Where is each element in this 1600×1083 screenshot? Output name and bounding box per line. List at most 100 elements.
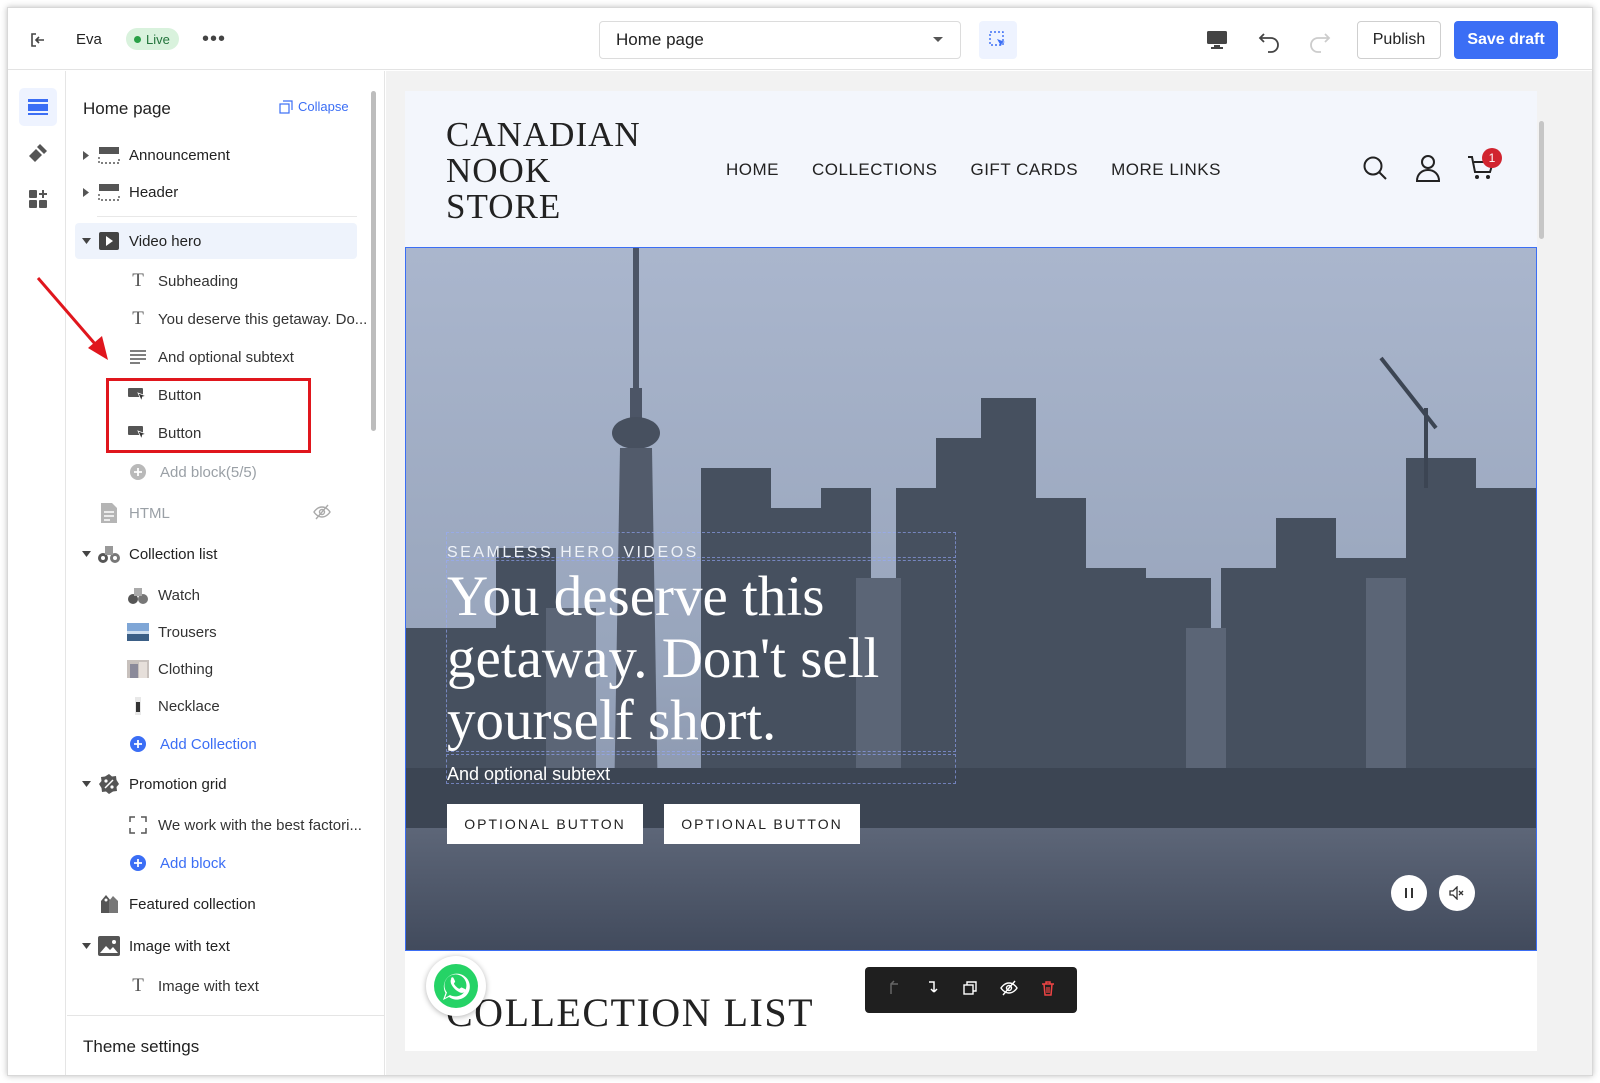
sidebar-scrollbar[interactable] bbox=[371, 91, 376, 431]
caret-down-icon[interactable] bbox=[81, 779, 91, 789]
page-selector-value: Home page bbox=[616, 30, 704, 49]
caret-right-icon[interactable] bbox=[81, 187, 91, 197]
move-down-icon[interactable] bbox=[924, 980, 940, 1001]
nav-collections[interactable]: COLLECTIONS bbox=[812, 160, 937, 180]
section-label: Announcement bbox=[129, 146, 230, 164]
collection-thumb-watch bbox=[127, 584, 149, 606]
collapse-button[interactable]: Collapse bbox=[279, 99, 349, 114]
cart-count-badge: 1 bbox=[1482, 148, 1502, 168]
desktop-preview-icon[interactable] bbox=[1204, 28, 1230, 52]
sections-icon[interactable] bbox=[19, 88, 57, 126]
nav-more-links[interactable]: MORE LINKS bbox=[1111, 160, 1221, 180]
hidden-eye-icon[interactable] bbox=[313, 504, 331, 524]
caret-down-icon[interactable] bbox=[81, 236, 91, 246]
block-heading[interactable]: T You deserve this getaway. Do... bbox=[75, 301, 367, 337]
pause-icon[interactable] bbox=[1391, 875, 1427, 911]
redo-icon[interactable] bbox=[1307, 28, 1333, 54]
search-icon[interactable] bbox=[1360, 153, 1390, 183]
collection-clothing[interactable]: Clothing bbox=[75, 651, 357, 687]
storefront-preview: CANADIAN NOOK STORE HOME COLLECTIONS GIF… bbox=[405, 91, 1537, 1051]
block-label: We work with the best factori... bbox=[158, 816, 362, 834]
collection-label: Trousers bbox=[158, 623, 217, 641]
section-featured-collection[interactable]: Featured collection bbox=[75, 886, 357, 922]
exit-icon[interactable] bbox=[26, 28, 50, 52]
collection-list-icon bbox=[97, 542, 121, 566]
status-badge-label: Live bbox=[146, 31, 170, 47]
text-icon: T bbox=[132, 975, 144, 996]
collection-thumb-necklace bbox=[127, 695, 149, 717]
section-label: Promotion grid bbox=[129, 775, 227, 793]
collection-trousers[interactable]: Trousers bbox=[75, 614, 357, 650]
collection-necklace[interactable]: Necklace bbox=[75, 688, 357, 724]
duplicate-icon[interactable] bbox=[962, 980, 978, 1001]
block-subtext[interactable]: And optional subtext bbox=[75, 339, 357, 375]
main-nav: HOME COLLECTIONS GIFT CARDS MORE LINKS bbox=[726, 160, 1221, 180]
section-html[interactable]: HTML bbox=[75, 495, 357, 531]
add-collection-label: Add Collection bbox=[160, 735, 257, 753]
theme-settings-link[interactable]: Theme settings bbox=[83, 1037, 199, 1057]
canvas-scroll-thumb[interactable] bbox=[1539, 121, 1544, 239]
collection-label: Clothing bbox=[158, 660, 214, 678]
nav-home[interactable]: HOME bbox=[726, 160, 779, 180]
section-action-toolbar bbox=[865, 967, 1077, 1013]
add-block-disabled[interactable]: Add block(5/5) bbox=[75, 454, 357, 490]
hero-subheading[interactable]: SEAMLESS HERO VIDEOS bbox=[447, 544, 699, 562]
undo-icon[interactable] bbox=[1256, 28, 1282, 54]
preview-canvas: CANADIAN NOOK STORE HOME COLLECTIONS GIF… bbox=[386, 71, 1592, 1075]
hero-button-1[interactable]: OPTIONAL BUTTON bbox=[447, 804, 643, 844]
section-promotion-grid[interactable]: Promotion grid bbox=[75, 766, 357, 802]
hide-icon[interactable] bbox=[1000, 980, 1018, 1001]
collection-label: Necklace bbox=[158, 697, 220, 715]
frame-icon bbox=[127, 814, 149, 836]
block-image-with-text[interactable]: T Image with text bbox=[75, 968, 357, 1004]
caret-right-icon[interactable] bbox=[81, 150, 91, 160]
top-bar: Eva Live ••• Home page Publish Save draf… bbox=[8, 8, 1592, 70]
sidebar-title: Home page bbox=[83, 99, 171, 118]
add-block-button[interactable]: Add block bbox=[75, 845, 357, 881]
collection-list-heading[interactable]: COLLECTION LIST bbox=[446, 989, 814, 1036]
section-video-hero[interactable]: Video hero bbox=[75, 223, 357, 259]
collection-thumb-trousers bbox=[127, 621, 149, 643]
section-header[interactable]: Header bbox=[75, 174, 357, 210]
block-label: Subheading bbox=[158, 272, 239, 290]
mute-icon[interactable] bbox=[1439, 875, 1475, 911]
live-dot-icon bbox=[134, 35, 141, 43]
theme-editor-window: Eva Live ••• Home page Publish Save draf… bbox=[7, 7, 1593, 1076]
video-hero[interactable]: SEAMLESS HERO VIDEOS You deserve this ge… bbox=[405, 247, 1537, 951]
caret-down-icon[interactable] bbox=[81, 941, 91, 951]
block-promotion[interactable]: We work with the best factori... bbox=[75, 807, 362, 843]
move-up-icon[interactable] bbox=[886, 979, 902, 1001]
store-header[interactable]: CANADIAN NOOK STORE HOME COLLECTIONS GIF… bbox=[405, 91, 1537, 247]
store-logo[interactable]: CANADIAN NOOK STORE bbox=[446, 117, 641, 225]
whatsapp-icon[interactable] bbox=[426, 956, 486, 1016]
hero-button-2[interactable]: OPTIONAL BUTTON bbox=[664, 804, 860, 844]
publish-button[interactable]: Publish bbox=[1357, 21, 1441, 59]
select-element-button[interactable] bbox=[979, 21, 1017, 59]
caret-down-icon[interactable] bbox=[81, 549, 91, 559]
page-selector[interactable]: Home page bbox=[599, 21, 961, 59]
account-icon[interactable] bbox=[1413, 153, 1443, 183]
section-announcement[interactable]: Announcement bbox=[75, 137, 357, 173]
delete-icon[interactable] bbox=[1040, 980, 1056, 1001]
collapse-icon bbox=[279, 99, 293, 114]
block-subheading[interactable]: T Subheading bbox=[75, 263, 357, 299]
more-options-button[interactable]: ••• bbox=[202, 28, 225, 50]
section-collection-list[interactable]: Collection list bbox=[75, 536, 357, 572]
save-draft-button[interactable]: Save draft bbox=[1454, 21, 1558, 59]
canvas-scrollbar[interactable] bbox=[1538, 91, 1544, 1051]
theme-style-icon[interactable] bbox=[19, 134, 57, 172]
add-collection-button[interactable]: Add Collection bbox=[75, 726, 357, 762]
hero-subtext[interactable]: And optional subtext bbox=[447, 764, 610, 785]
collapse-label: Collapse bbox=[298, 99, 349, 114]
apps-icon[interactable] bbox=[19, 180, 57, 218]
section-label: HTML bbox=[129, 504, 170, 522]
collection-watch[interactable]: Watch bbox=[75, 577, 357, 613]
status-badge: Live bbox=[126, 28, 179, 50]
annotation-highlight-box bbox=[106, 378, 311, 453]
nav-gift-cards[interactable]: GIFT CARDS bbox=[970, 160, 1078, 180]
cursor-select-icon bbox=[989, 31, 1005, 46]
hero-heading[interactable]: You deserve this getaway. Don't sell you… bbox=[447, 566, 947, 752]
header-icon bbox=[97, 180, 121, 204]
section-image-with-text[interactable]: Image with text bbox=[75, 928, 357, 964]
image-icon bbox=[97, 934, 121, 958]
